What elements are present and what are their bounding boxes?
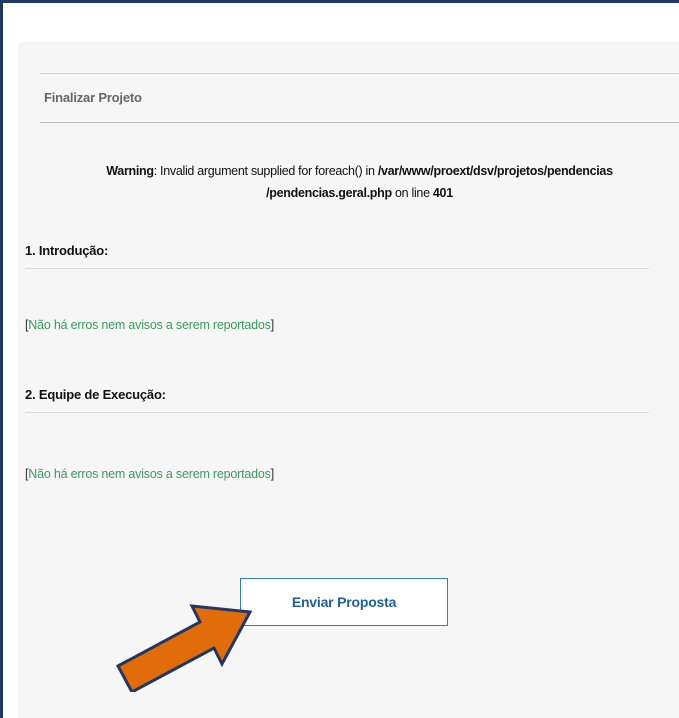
warning-path-part1: /var/www/proext/dsv/projetos/pendencias — [377, 164, 613, 178]
php-warning-message: Warning: Invalid argument supplied for f… — [40, 160, 679, 204]
section-title-equipe-execucao: 2. Equipe de Execução: — [25, 387, 166, 402]
section-divider — [25, 268, 649, 269]
warning-line-1: Warning: Invalid argument supplied for f… — [40, 160, 679, 182]
section-status-message: [Não há erros nem avisos a serem reporta… — [25, 318, 274, 332]
warning-line-number: 401 — [432, 186, 453, 200]
warning-text: : Invalid argument supplied for foreach(… — [153, 164, 378, 178]
divider — [40, 122, 679, 123]
status-text: Não há erros nem avisos a serem reportad… — [28, 467, 271, 481]
divider — [40, 73, 679, 74]
warning-path-part2: /pendencias.geral.php — [266, 186, 392, 200]
warning-line-2: /pendencias.geral.php on line 401 — [40, 182, 679, 204]
enviar-proposta-button[interactable]: Enviar Proposta — [240, 578, 448, 626]
section-divider — [25, 412, 649, 413]
arrow-icon — [115, 604, 253, 692]
section-title-introducao: 1. Introdução: — [25, 243, 109, 258]
section-status-message: [Não há erros nem avisos a serem reporta… — [25, 467, 274, 481]
warning-label: Warning — [106, 164, 154, 178]
status-text: Não há erros nem avisos a serem reportad… — [28, 318, 271, 332]
warning-text-mid: on line — [391, 186, 433, 200]
page-title: Finalizar Projeto — [44, 90, 142, 105]
bracket-close: ] — [270, 318, 275, 332]
bracket-close: ] — [270, 467, 275, 481]
